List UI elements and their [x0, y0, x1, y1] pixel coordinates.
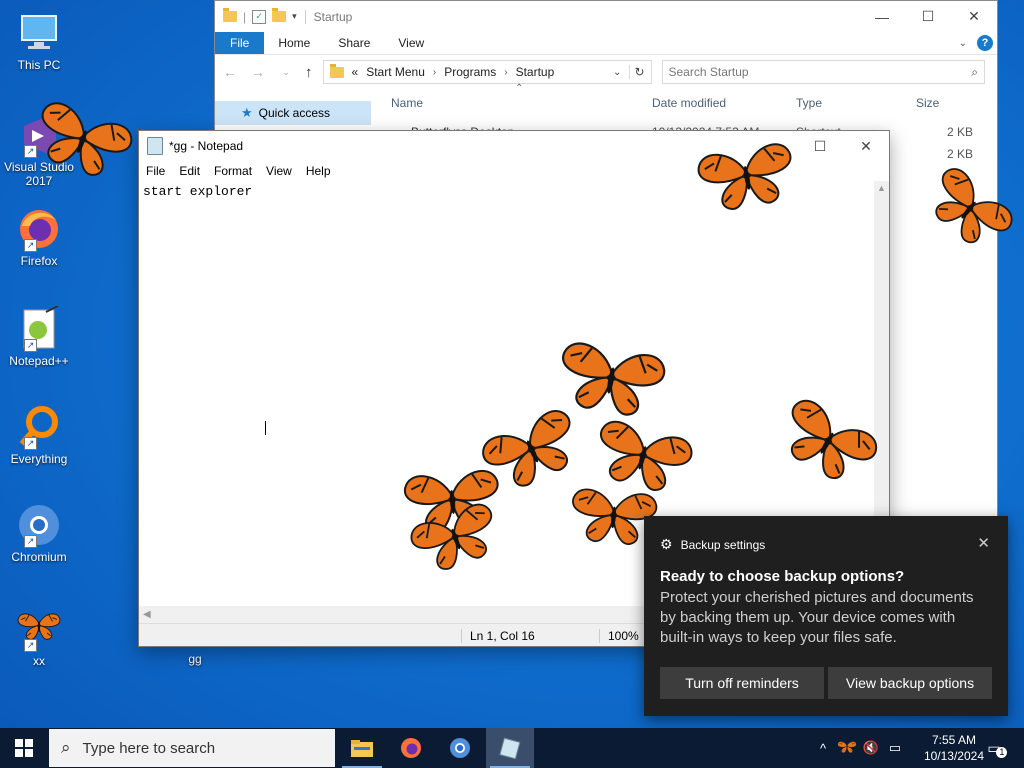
backup-notification[interactable]: ⚙ Backup settings ✕ Ready to choose back…: [644, 516, 1008, 716]
butterfly-image: [695, 140, 799, 215]
start-button[interactable]: [0, 728, 48, 768]
search-placeholder: Type here to search: [82, 739, 216, 757]
notification-heading: Ready to choose backup options?: [660, 568, 905, 585]
clock-time: 7:55 AM: [931, 733, 976, 747]
show-hidden-icons[interactable]: ^: [814, 728, 832, 768]
file-explorer-icon: [351, 740, 373, 757]
notification-body: Protect your cherished pictures and docu…: [660, 589, 974, 646]
butterfly-image: [27, 97, 137, 186]
firefox-icon: [401, 738, 421, 758]
notification-app-name: Backup settings: [680, 537, 766, 552]
chromium-icon: [450, 738, 470, 758]
notification-header: ⚙ Backup settings: [660, 536, 765, 553]
taskbar-search-input[interactable]: ⌕ Type here to search: [49, 729, 335, 767]
butterfly-image: [553, 339, 668, 422]
taskbar-firefox[interactable]: [387, 728, 435, 768]
butterfly-image: [771, 394, 883, 492]
windows-logo-icon: [15, 739, 33, 757]
view-backup-options-button[interactable]: View backup options: [828, 667, 992, 699]
notification-center-icon[interactable]: ▭ 1: [982, 728, 1008, 768]
network-icon[interactable]: ▭: [884, 728, 906, 768]
butterfly-image: [589, 417, 696, 499]
gear-icon: ⚙: [660, 536, 673, 552]
butterfly-image: [919, 162, 1018, 258]
taskbar-chromium[interactable]: [436, 728, 484, 768]
close-icon[interactable]: ✕: [977, 534, 990, 552]
taskbar: ⌕ Type here to search ^ 🔇 ▭ 7:55 AM 10/1…: [0, 728, 1024, 768]
clock-date: 10/13/2024: [923, 749, 984, 763]
search-icon: ⌕: [61, 738, 71, 757]
clock[interactable]: 7:55 AM 10/13/2024: [924, 732, 984, 764]
volume-muted-icon[interactable]: 🔇: [860, 728, 882, 768]
notification-count-badge: 1: [996, 746, 1008, 758]
taskbar-file-explorer[interactable]: [338, 728, 386, 768]
notepad-icon: [499, 737, 521, 759]
turn-off-reminders-button[interactable]: Turn off reminders: [660, 667, 824, 699]
butterfly-tray-icon[interactable]: [836, 728, 858, 768]
taskbar-notepad[interactable]: [486, 728, 534, 768]
